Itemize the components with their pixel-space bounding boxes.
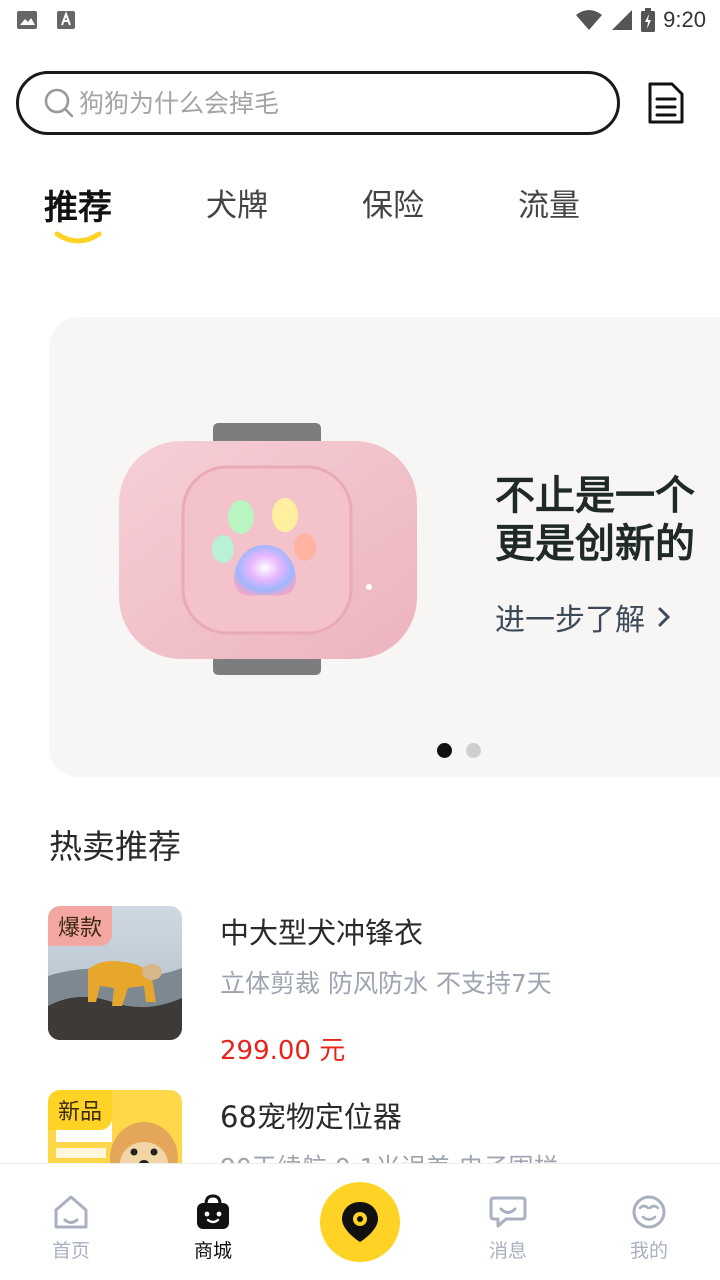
nav-label: 首页 [51,1240,90,1262]
carousel-dot[interactable] [466,743,481,758]
wifi-icon [576,10,603,30]
document-button[interactable] [642,79,690,127]
chevron-right-icon [658,607,671,627]
nav-label: 消息 [488,1240,527,1262]
cell-signal-icon [612,10,633,30]
shop-bag-icon [197,1194,229,1229]
nav-shop[interactable]: 商城 [173,1194,253,1263]
tab-label: 流量 [518,188,580,224]
badge-new: 新品 [48,1090,113,1130]
carousel-dots [437,743,481,758]
tab-label: 保险 [362,188,424,224]
profile-face-icon [632,1195,666,1229]
banner-title-line1: 不止是一个 [495,473,695,519]
search-icon [44,88,74,118]
tab-active-indicator [54,231,102,244]
product-info: 中大型犬冲锋衣 立体剪裁 防风防水 不支持7天 299.00 元 [220,906,552,1067]
learn-more-label: 进一步了解 [495,603,645,638]
tab-recommend[interactable]: 推荐 [44,180,112,244]
carousel-dot-active[interactable] [437,743,452,758]
promo-banner[interactable]: 不止是一个 更是创新的 进一步了解 [49,317,720,777]
font-notification-icon [57,11,75,29]
pet-tracker-device-image [119,423,417,675]
product-desc: 立体剪裁 防风防水 不支持7天 [220,969,552,998]
nav-home[interactable]: 首页 [31,1194,111,1263]
status-time: 9:20 [663,7,706,32]
tab-insurance[interactable]: 保险 [362,180,424,229]
banner-title-line2: 更是创新的 [495,521,695,567]
badge-hot: 爆款 [48,906,113,946]
battery-charging-icon [641,8,656,32]
category-tabs: 推荐 犬牌 保险 流量 [44,180,674,244]
tab-dog-tag[interactable]: 犬牌 [206,180,268,229]
tab-label: 推荐 [44,188,112,228]
nav-label: 商城 [193,1240,232,1262]
nav-location-button[interactable] [320,1182,400,1262]
section-title: 热卖推荐 [49,827,181,866]
search-row [16,71,706,135]
search-input[interactable] [79,88,559,118]
product-name: 中大型犬冲锋衣 [220,916,424,950]
tab-data-plan[interactable]: 流量 [518,180,580,229]
message-icon [489,1196,527,1228]
home-icon [54,1195,88,1229]
status-bar: 9:20 [0,0,720,40]
nav-label: 我的 [629,1240,668,1262]
gallery-notification-icon [17,11,37,29]
search-box[interactable] [16,71,620,135]
document-icon [648,82,684,124]
tab-label: 犬牌 [206,188,268,224]
banner-title: 不止是一个 更是创新的 [495,472,695,568]
product-thumbnail: 爆款 [48,906,182,1040]
nav-messages[interactable]: 消息 [468,1194,548,1263]
product-item[interactable]: 爆款 中大型犬冲锋衣 立体剪裁 防风防水 不支持7天 299.00 元 [48,906,552,1067]
location-pin-icon [342,1202,378,1242]
bottom-navigation: 首页 商城 消息 我的 [0,1163,720,1280]
nav-profile[interactable]: 我的 [609,1194,689,1263]
product-name: 68宠物定位器 [220,1100,402,1134]
product-price: 299.00 元 [220,1036,346,1066]
learn-more-link[interactable]: 进一步了解 [495,595,671,639]
